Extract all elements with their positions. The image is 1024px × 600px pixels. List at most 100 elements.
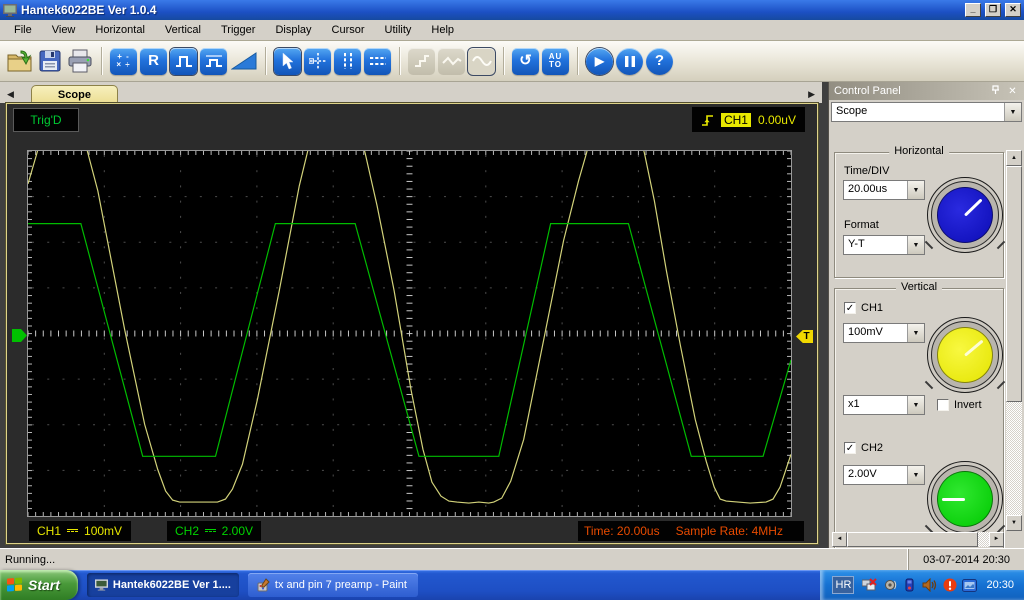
tray-app-icon[interactable] (962, 578, 978, 593)
horizontal-scrollbar-thumb[interactable] (847, 532, 978, 547)
channel1-waveform-button[interactable] (170, 47, 197, 75)
menu-horizontal[interactable]: Horizontal (85, 21, 155, 39)
taskbar-task-hantek[interactable]: Hantek6022BE Ver 1.... (86, 573, 239, 597)
dc-coupling-icon (205, 529, 216, 533)
autoset-button[interactable]: AU TO (542, 47, 569, 75)
toolbar: + - × ÷ R ↺ AU TO ▶ ? (0, 41, 1024, 82)
cursor-select-button[interactable] (274, 47, 301, 75)
ch1-checkbox[interactable]: ✓ (844, 302, 856, 314)
scroll-down-icon[interactable]: ▼ (1006, 515, 1022, 531)
close-button[interactable]: ✕ (1005, 3, 1021, 17)
waveform-display[interactable] (27, 150, 792, 517)
pause-icon (624, 55, 635, 67)
panel-close-icon[interactable]: ✕ (1006, 86, 1019, 97)
reference-icon: R (148, 52, 159, 69)
scroll-right-icon[interactable]: ► (989, 532, 1004, 547)
timediv-combobox[interactable]: 20.00us ▼ (843, 180, 925, 200)
vertical-scrollbar-thumb[interactable] (1006, 166, 1022, 403)
tab-scroll-right-icon[interactable]: ▶ (805, 89, 818, 103)
speaker-volume-icon[interactable] (922, 578, 937, 593)
menu-file[interactable]: File (4, 21, 42, 39)
ch2-position-knob[interactable] (927, 461, 1003, 537)
ramp-button[interactable] (230, 48, 257, 75)
taskbar-task-paint[interactable]: tx and pin 7 preamp - Paint (247, 573, 418, 597)
volume-mixer-icon[interactable] (882, 578, 897, 593)
format-combobox[interactable]: Y-T ▼ (843, 235, 925, 255)
panel-selector-combobox[interactable]: Scope ▼ (831, 102, 1022, 122)
menu-display[interactable]: Display (265, 21, 321, 39)
help-button[interactable]: ? (646, 47, 673, 75)
pulse2-icon (205, 55, 222, 67)
ch2-checkbox-label: CH2 (861, 442, 884, 454)
menu-vertical[interactable]: Vertical (155, 21, 211, 39)
probe-attenuation-combobox[interactable]: x1 ▼ (843, 395, 925, 415)
start-button[interactable]: Start (0, 570, 78, 600)
horizontal-cursors-button[interactable] (364, 47, 391, 75)
step-interpolation-button[interactable] (408, 47, 435, 75)
tab-scope[interactable]: Scope (30, 85, 118, 103)
invert-checkbox[interactable] (937, 399, 949, 411)
open-icon (7, 50, 31, 72)
start-acquisition-button[interactable]: ▶ (586, 47, 613, 75)
trigger-status-badge: Trig'D (13, 108, 79, 132)
chevron-down-icon[interactable]: ▼ (907, 236, 924, 254)
ch2-enable-row: ✓ CH2 (844, 442, 883, 454)
trigger-position-marker[interactable]: T (796, 330, 813, 343)
math-button[interactable]: + - × ÷ (110, 47, 137, 75)
invert-label: Invert (954, 399, 982, 411)
scroll-left-icon[interactable]: ◄ (832, 532, 847, 547)
maximize-button[interactable]: ❐ (985, 3, 1001, 17)
chevron-down-icon[interactable]: ▼ (907, 396, 924, 414)
vertical-cursors-button[interactable] (334, 47, 361, 75)
horizontal-scrollbar[interactable]: ◄ ► (832, 532, 1004, 547)
timebase-readout: Time: 20.00us Sample Rate: 4MHz (578, 521, 804, 541)
save-button[interactable] (36, 48, 63, 75)
vertical-cursors-icon (343, 53, 352, 69)
menu-trigger[interactable]: Trigger (211, 21, 265, 39)
open-button[interactable] (6, 48, 33, 75)
language-indicator[interactable]: HR (832, 576, 855, 594)
ch1-position-knob[interactable] (927, 317, 1003, 393)
toolbar-separator (101, 47, 102, 75)
ch2-scale-combobox[interactable]: 2.00V ▼ (843, 465, 925, 485)
sine-interpolation-button[interactable] (468, 47, 495, 75)
pulse-icon (175, 56, 192, 67)
usb-device-icon[interactable] (902, 578, 917, 593)
menu-utility[interactable]: Utility (375, 21, 422, 39)
chevron-down-icon[interactable]: ▼ (1004, 103, 1021, 121)
cursor-arrow-icon (282, 52, 294, 70)
trigger-info-box: CH1 0.00uV (691, 107, 805, 132)
pause-acquisition-button[interactable] (616, 47, 643, 75)
refresh-button[interactable]: ↺ (512, 47, 539, 75)
ch2-scale: 2.00V (221, 524, 253, 538)
linear-interpolation-button[interactable] (438, 47, 465, 75)
chevron-down-icon[interactable]: ▼ (907, 324, 924, 342)
scroll-up-icon[interactable]: ▲ (1006, 150, 1022, 166)
chevron-down-icon[interactable]: ▼ (907, 466, 924, 484)
vertical-scrollbar[interactable]: ▲ ▼ (1006, 150, 1022, 531)
tab-scroll-left-icon[interactable]: ◀ (4, 89, 17, 103)
reference-button[interactable]: R (140, 47, 167, 75)
dc-coupling-icon (67, 529, 79, 533)
menu-help[interactable]: Help (421, 21, 464, 39)
network-offline-icon[interactable] (862, 578, 878, 593)
alert-icon[interactable] (942, 578, 957, 593)
minimize-button[interactable]: _ (965, 3, 981, 17)
trigger-level-readout: 0.00uV (757, 112, 796, 127)
horizontal-position-knob[interactable] (927, 177, 1003, 253)
ch2-position-marker[interactable] (12, 329, 27, 342)
chevron-down-icon[interactable]: ▼ (907, 181, 924, 199)
ch2-checkbox[interactable]: ✓ (844, 442, 856, 454)
ch1-scale-combobox[interactable]: 100mV ▼ (843, 323, 925, 343)
print-button[interactable] (66, 48, 93, 75)
menu-cursor[interactable]: Cursor (322, 21, 375, 39)
save-icon (39, 50, 60, 72)
menu-view[interactable]: View (42, 21, 86, 39)
scope-panel: Trig'D CH1 0.00uV T CH1 100mV CH2 2.00V … (6, 103, 818, 544)
windows-logo-icon (7, 577, 23, 592)
channel2-waveform-button[interactable] (200, 47, 227, 75)
pin-icon[interactable] (989, 84, 1002, 98)
help-icon: ? (654, 52, 665, 69)
cross-cursors-button[interactable] (304, 47, 331, 75)
toolbar-separator (503, 47, 504, 75)
